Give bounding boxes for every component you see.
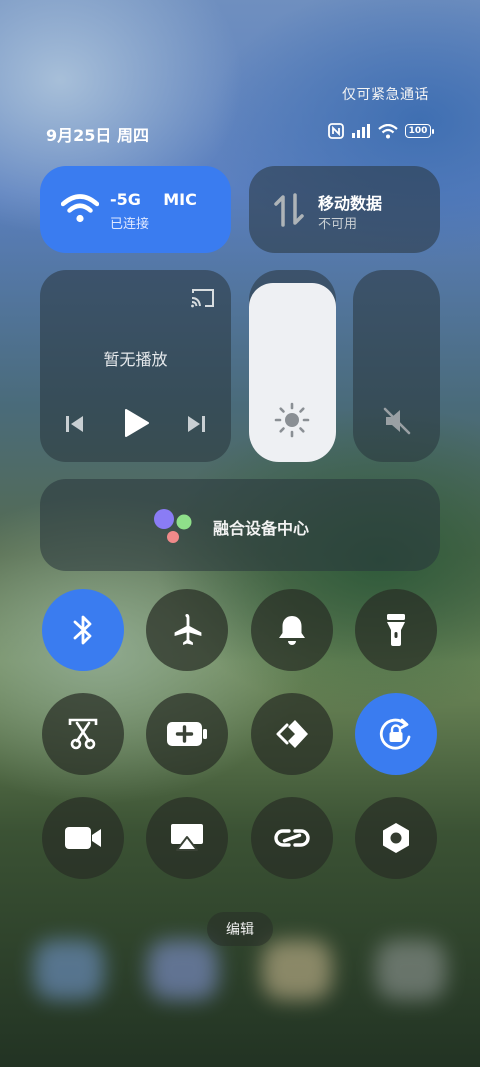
emergency-call-text: 仅可紧急通话 [342,87,429,103]
link-icon [274,829,310,847]
airplane-toggle[interactable] [146,589,228,671]
wifi-status: 已连接 [110,217,150,232]
dock-blur-blob [34,940,104,1000]
device-center-title: 融合设备中心 [213,519,310,538]
airplane-icon [174,614,202,645]
edit-button[interactable]: 编辑 [207,912,273,946]
wifi-network-name: -5G MIC [110,190,197,209]
mobile-data-title: 移动数据 [318,194,383,213]
wifi-icon [378,123,398,138]
signal-icon [352,124,370,138]
flashlight-icon [387,614,405,646]
nearby-share-toggle[interactable] [251,693,333,775]
link-toggle[interactable] [251,797,333,879]
previous-icon[interactable] [64,413,86,435]
bluetooth-icon [73,615,92,645]
date-text: 9月25日 周四 [46,126,149,145]
screenshot-toggle[interactable] [42,693,124,775]
battery-saver-toggle[interactable] [146,693,228,775]
assistant-dots-icon [154,509,192,543]
battery-icon: 100 [405,124,434,138]
flashlight-toggle[interactable] [355,589,437,671]
next-icon[interactable] [185,413,207,435]
mobile-data-status: 不可用 [318,217,358,232]
screen-cast-toggle[interactable] [146,797,228,879]
play-icon[interactable] [121,407,151,439]
data-arrows-icon [274,193,304,227]
battery-level: 100 [408,125,428,136]
bell-toggle[interactable] [251,589,333,671]
rotation-lock-icon [379,718,411,750]
rotation-lock-toggle[interactable] [355,693,437,775]
sun-icon [274,402,310,438]
mute-icon [383,407,411,435]
share-diamond-icon [276,720,308,748]
media-status-text: 暂无播放 [103,350,168,369]
battery-plus-icon [167,722,207,746]
dock-blur-blob [148,940,218,1000]
hex-nut-icon [383,823,409,853]
wifi-icon [61,194,99,223]
airplay-icon [171,824,203,851]
dock-blur-blob [262,940,332,1000]
status-icons: 100 [328,123,434,139]
video-icon [65,827,101,849]
scissors-icon [68,718,98,750]
bell-icon [279,616,305,645]
dock-blur-blob [376,940,446,1000]
screen-record-toggle[interactable] [42,797,124,879]
bluetooth-toggle[interactable] [42,589,124,671]
settings-toggle[interactable] [355,797,437,879]
nfc-icon [328,123,344,139]
cast-icon[interactable] [190,287,216,309]
